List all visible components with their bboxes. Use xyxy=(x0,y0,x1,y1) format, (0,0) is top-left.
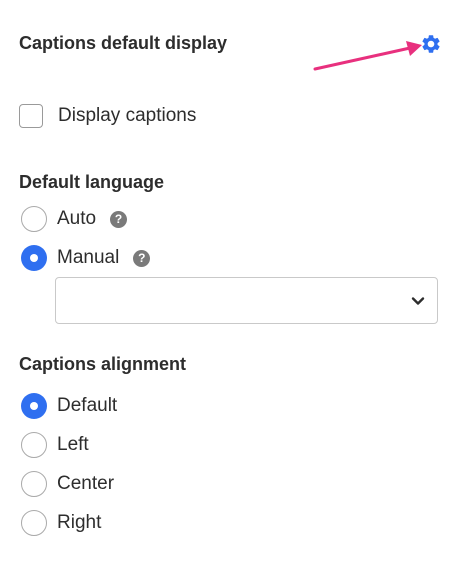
captions-alignment-title: Captions alignment xyxy=(19,354,187,374)
radio-default[interactable] xyxy=(21,393,47,419)
display-captions-checkbox-row[interactable]: Display captions xyxy=(19,104,196,128)
help-icon[interactable]: ? xyxy=(110,210,128,228)
help-icon[interactable]: ? xyxy=(133,249,151,267)
language-select[interactable] xyxy=(55,277,438,324)
radio-label-default: Default xyxy=(57,395,118,416)
display-captions-checkbox[interactable] xyxy=(19,104,43,128)
radio-label-manual: Manual xyxy=(57,247,120,268)
radio-option-center[interactable]: Center xyxy=(21,471,114,497)
radio-center[interactable] xyxy=(21,471,47,497)
page-title: Captions default display xyxy=(19,33,228,53)
default-language-title: Default language xyxy=(19,172,165,192)
radio-label-center: Center xyxy=(57,473,115,494)
radio-right[interactable] xyxy=(21,510,47,536)
chevron-down-icon xyxy=(411,297,425,305)
radio-option-right[interactable]: Right xyxy=(21,510,101,536)
radio-label-left: Left xyxy=(57,434,89,455)
radio-label-auto: Auto xyxy=(57,208,97,229)
radio-option-manual[interactable]: Manual ? xyxy=(21,245,151,271)
radio-option-auto[interactable]: Auto ? xyxy=(21,206,128,232)
display-captions-label: Display captions xyxy=(58,105,197,126)
gear-icon[interactable] xyxy=(420,33,442,55)
pointer-arrow xyxy=(313,41,422,71)
radio-auto[interactable] xyxy=(21,206,47,232)
radio-left[interactable] xyxy=(21,432,47,458)
radio-option-left[interactable]: Left xyxy=(21,432,89,458)
radio-label-right: Right xyxy=(57,512,102,533)
radio-option-default[interactable]: Default xyxy=(21,393,117,419)
radio-manual[interactable] xyxy=(21,245,47,271)
